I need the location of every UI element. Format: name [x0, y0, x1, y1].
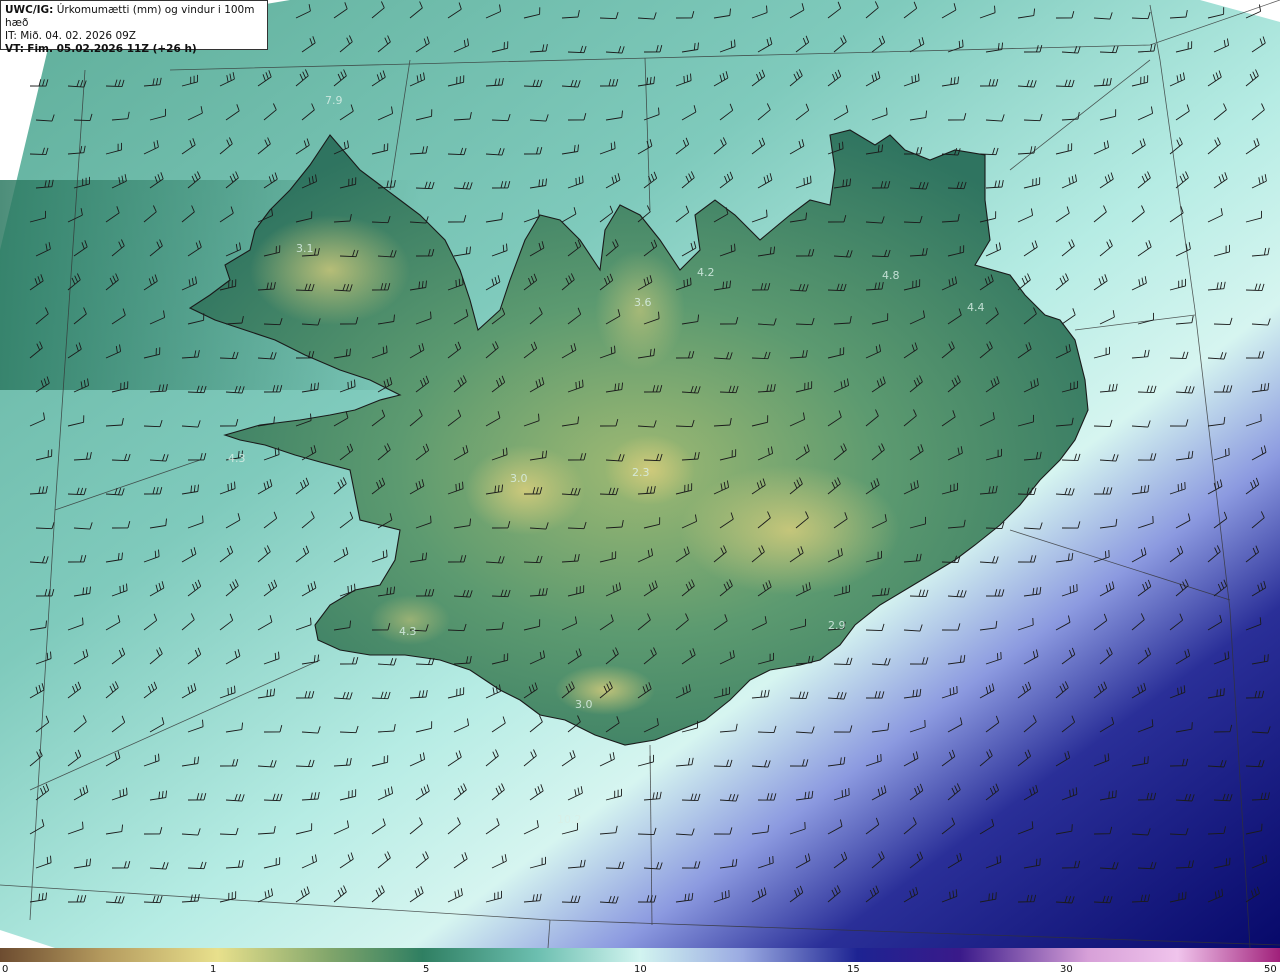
- product-code: UWC/IG:: [5, 4, 54, 16]
- colorbar-tick: 5: [423, 964, 430, 975]
- value-label: 4.3: [399, 625, 417, 638]
- value-label: 10.2: [557, 813, 582, 826]
- value-label: 3.1: [296, 242, 314, 255]
- map-info-box: UWC/IG: Úrkomumætti (mm) og vindur i 100…: [0, 0, 268, 55]
- precipitation-map: 7.9 3.1 3.6 4.8 4.4 4.3 3.0 2.3 4.3 2.9 …: [0, 0, 1280, 948]
- myrdalsjokull-area: [555, 665, 655, 715]
- colorbar-tick: 10: [634, 964, 647, 975]
- value-label: 4.8: [882, 269, 900, 282]
- colorbar-labels: 0 1 5 10 15 30 50: [0, 962, 1280, 978]
- colorbar-gradient: [0, 948, 1280, 962]
- north-dry-area: [595, 250, 685, 370]
- westfjords-dry-area: [250, 215, 410, 325]
- value-label: 3.0: [575, 698, 593, 711]
- value-label: 3.6: [634, 296, 652, 309]
- vatnajokull-area: [680, 465, 900, 595]
- colorbar-tick: 50: [1264, 964, 1277, 975]
- valid-time-line: VT: Fim. 05.02.2026 11Z (+26 h): [5, 43, 263, 56]
- colorbar: [0, 948, 1280, 962]
- value-label: 2.3: [632, 466, 650, 479]
- colorbar-tick: 1: [210, 964, 217, 975]
- valid-time: Fim. 05.02.2026 11Z (+26 h): [27, 43, 197, 55]
- colorbar-tick: 30: [1060, 964, 1073, 975]
- info-title-line: UWC/IG: Úrkomumætti (mm) og vindur i 100…: [5, 4, 263, 30]
- value-label: 4.3: [228, 452, 246, 465]
- value-label: 4.2: [697, 266, 715, 279]
- value-label: 2.9: [828, 619, 846, 632]
- value-label: 7.9: [325, 94, 343, 107]
- hofsjokull-area: [605, 435, 695, 505]
- value-label: 3.0: [510, 472, 528, 485]
- langjokull-area: [465, 445, 585, 535]
- colorbar-tick: 15: [847, 964, 860, 975]
- valid-prefix: VT:: [5, 43, 24, 55]
- colorbar-tick: 0: [2, 964, 9, 975]
- issue-time: IT: Mið. 04. 02. 2026 09Z: [5, 30, 136, 42]
- map-figure: 7.9 3.1 3.6 4.8 4.4 4.3 3.0 2.3 4.3 2.9 …: [0, 0, 1280, 978]
- value-label: 4.4: [967, 301, 985, 314]
